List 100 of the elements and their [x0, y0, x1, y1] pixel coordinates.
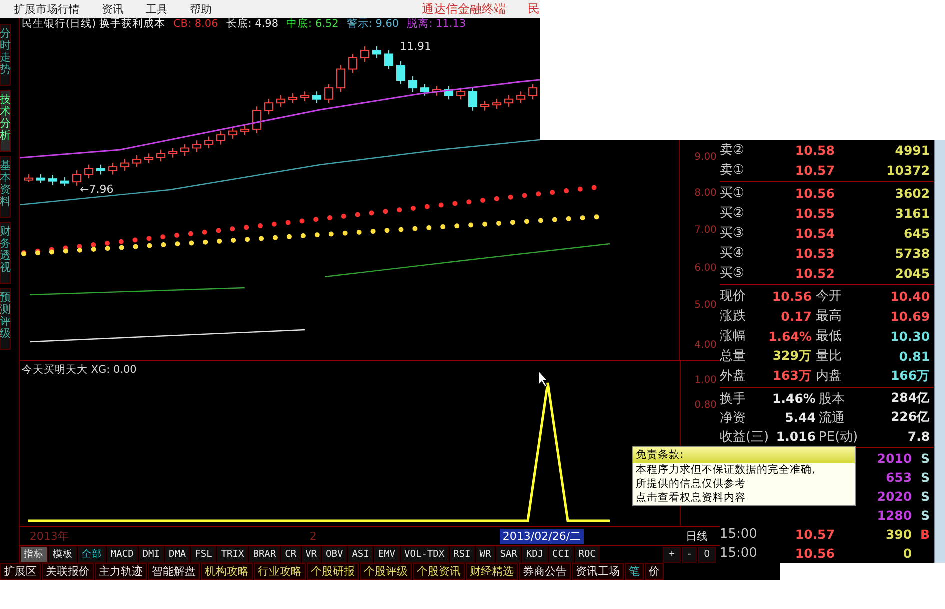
trade-time: 15:00 — [720, 527, 758, 542]
candle — [372, 46, 382, 59]
bid-label: 买④ — [720, 245, 746, 262]
bottom-tab[interactable]: 财经精选 — [466, 563, 518, 580]
bottom-tab[interactable]: 机构攻略 — [201, 563, 253, 580]
bottom-tab[interactable]: 主力轨迹 — [95, 563, 147, 580]
indicator-tab[interactable]: ASI — [348, 546, 374, 563]
stat-value: 1.016 — [775, 429, 816, 444]
candle — [504, 94, 514, 108]
trade-side: S — [920, 451, 930, 466]
tooltip-title: 免责条款: — [633, 447, 855, 463]
menu-item[interactable]: 资讯 — [102, 2, 124, 16]
stat-label: 流通 — [818, 410, 846, 426]
candle — [252, 106, 262, 134]
indicator-tab[interactable]: TRIX — [217, 546, 248, 563]
bottom-tab[interactable]: 笔 — [625, 563, 644, 580]
indicator-tab[interactable]: 全部 — [78, 546, 106, 563]
indicator-tab[interactable]: KDJ — [522, 546, 548, 563]
trade-side: S — [920, 470, 930, 485]
ask-label: 卖① — [720, 162, 746, 179]
stat-label: 总量 — [720, 348, 747, 365]
indicator-tab[interactable]: RSI — [450, 546, 475, 563]
indicator-tab[interactable]: BRAR — [249, 546, 280, 563]
bottom-tab[interactable]: 个股研报 — [307, 563, 359, 580]
zoom-button[interactable]: + — [663, 546, 682, 562]
bid-volume: 2045 — [894, 266, 930, 280]
tooltip-text: 点击查看权息资料内容 — [635, 491, 747, 505]
candle — [144, 153, 154, 164]
trade-side: S — [920, 489, 930, 504]
indicator-value: 长底: 4.98 — [226, 17, 279, 31]
bottom-tab[interactable]: 价 — [645, 563, 664, 580]
indicator-tab[interactable]: ROC — [574, 546, 600, 563]
bid-price: 10.52 — [794, 266, 835, 280]
indicator-tab[interactable]: OBV — [322, 546, 348, 563]
bottom-tab[interactable]: 扩展区 — [0, 563, 41, 580]
axis-label: 4.00 — [694, 340, 717, 351]
menu-item[interactable]: 扩展市场行情 — [14, 2, 80, 16]
indicator-tab[interactable]: EMV — [374, 546, 400, 563]
indicator-tab[interactable]: MACD — [106, 546, 138, 563]
candle — [516, 91, 526, 104]
stat-value: 10.69 — [890, 308, 930, 324]
chart-title: 民生银行(日线) 换手获利成本 — [22, 17, 166, 31]
menu-item[interactable]: 工具 — [146, 2, 168, 16]
trade-volume: 1280 — [876, 508, 912, 523]
trade-volume: 2010 — [876, 451, 912, 466]
bottom-tab[interactable]: 资讯工场 — [572, 563, 624, 580]
trade-price: 10.56 — [794, 546, 835, 561]
side-tab[interactable]: 分时走势 — [0, 24, 11, 86]
indicator-tab[interactable]: VOL-TDX — [400, 546, 449, 563]
indicator-value: CB: 8.06 — [173, 18, 218, 30]
indicator-tab[interactable]: WR — [476, 546, 496, 563]
indicator-tab[interactable]: VR — [302, 546, 322, 563]
candle — [36, 174, 46, 184]
stat-value: 5.44 — [784, 410, 816, 425]
stat-value: 10.30 — [890, 328, 930, 344]
indicator-tab[interactable]: SAR — [496, 546, 522, 563]
bid-price: 10.54 — [794, 226, 835, 240]
bottom-tab[interactable]: 关联报价 — [42, 563, 94, 580]
candle — [264, 98, 274, 116]
candle — [60, 176, 70, 187]
stat-label: 涨幅 — [720, 328, 747, 345]
axis-label: 6.00 — [694, 263, 717, 274]
axis-label: 7.00 — [694, 225, 717, 236]
stat-label: 最高 — [814, 308, 843, 325]
bottom-tab[interactable]: 个股评级 — [360, 563, 412, 580]
indicator-tab[interactable]: CR — [281, 546, 301, 563]
indicator-title: 今天买明天大 XG: 0.00 — [20, 363, 138, 375]
candle — [84, 164, 94, 180]
candle — [288, 92, 298, 104]
axis-label: 0.80 — [694, 400, 717, 411]
bid-label: 买③ — [720, 225, 746, 242]
indicator-tab[interactable]: CCI — [548, 546, 574, 563]
side-tab[interactable]: 技术分析 — [0, 90, 11, 152]
candle — [216, 130, 226, 146]
indicator-tab[interactable]: FSL — [191, 546, 216, 563]
side-tab[interactable]: 基本资料 — [0, 156, 11, 218]
bottom-tab[interactable]: 行业攻略 — [254, 563, 306, 580]
candle — [336, 64, 346, 93]
mouse-cursor-icon — [538, 370, 550, 388]
candle — [48, 174, 58, 186]
bottom-tab[interactable]: 券商公告 — [519, 563, 571, 580]
indicator-tab[interactable]: 模板 — [48, 546, 77, 563]
candle — [240, 124, 250, 136]
bid-label: 买① — [720, 185, 746, 202]
stat-label: 量比 — [814, 348, 843, 365]
indicator-tab[interactable]: DMI — [138, 546, 164, 563]
bottom-tab[interactable]: 智能解盘 — [148, 563, 200, 580]
zoom-button[interactable]: - — [682, 546, 698, 562]
stat-label: 净资 — [720, 410, 747, 426]
bottom-tab[interactable]: 个股资讯 — [413, 563, 465, 580]
side-tab[interactable]: 预测评级 — [0, 288, 11, 350]
indicator-tab[interactable]: DMA — [164, 546, 190, 563]
side-tab[interactable]: 财务透视 — [0, 222, 11, 284]
menu-item[interactable]: 帮助 — [190, 2, 212, 16]
bid-volume: 5738 — [894, 246, 930, 260]
indicator-tab[interactable]: 指标 — [20, 546, 48, 563]
zoom-button[interactable]: 0 — [698, 546, 716, 562]
stat-label: 内盘 — [814, 368, 843, 385]
ask-price: 10.57 — [794, 162, 835, 178]
scrollbar[interactable] — [934, 140, 945, 563]
